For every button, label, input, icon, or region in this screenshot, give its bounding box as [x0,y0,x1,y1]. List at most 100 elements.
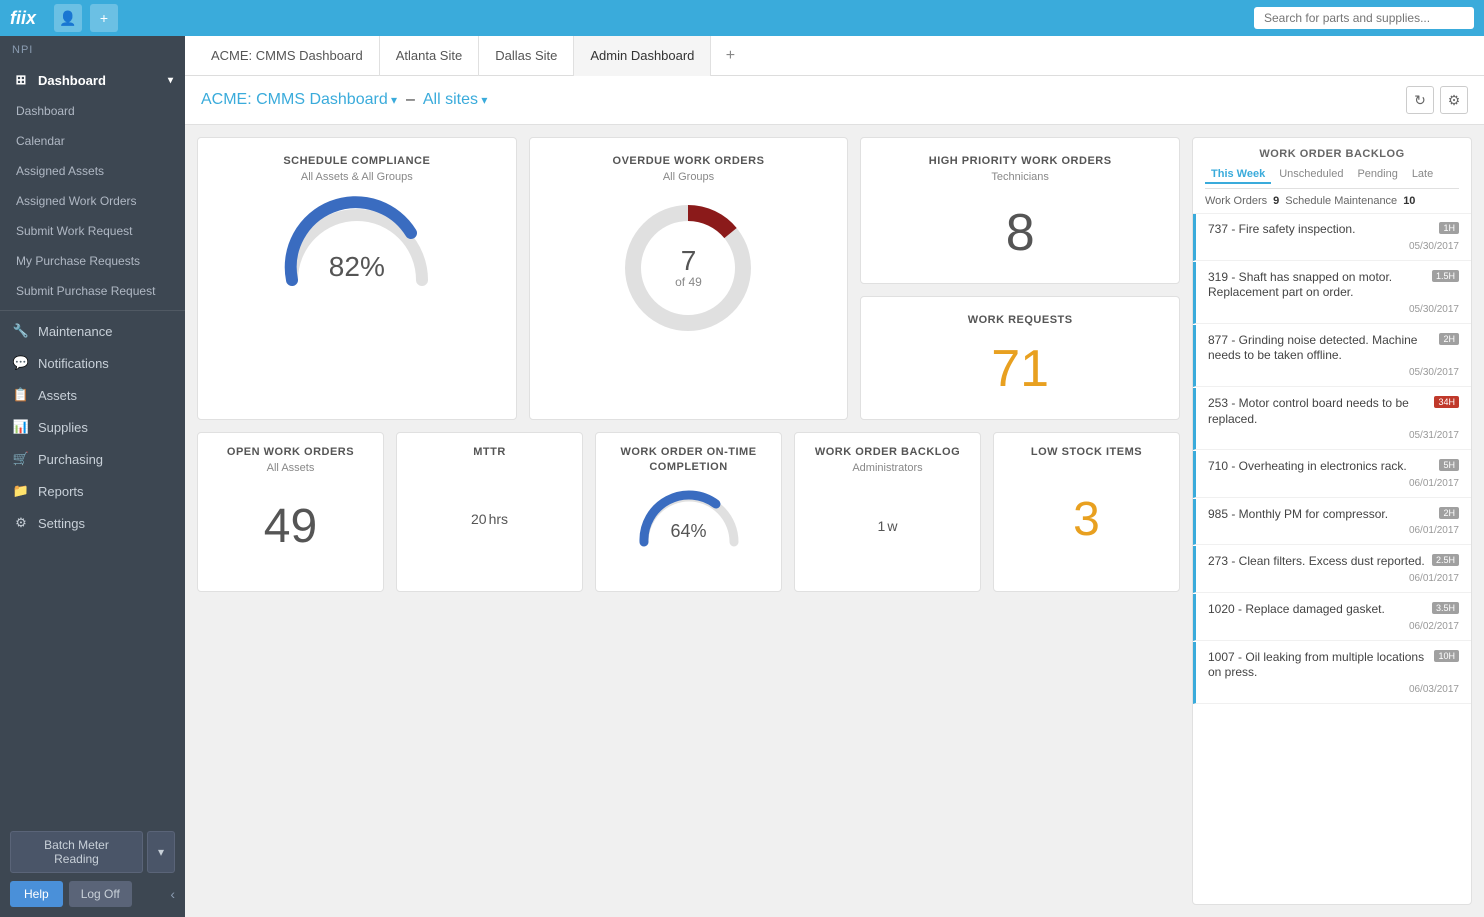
kpi-owo-subtitle: All Groups [663,171,714,183]
sidebar-sub-label: Assigned Assets [16,164,104,178]
kpi-mttr: MTTR 20hrs [396,432,583,592]
sidebar-item-label: Maintenance [38,324,112,339]
maintenance-icon: 🔧 [12,323,30,339]
sidebar-item-settings[interactable]: ⚙ Settings [0,507,185,539]
kpi-low-stock: LOW STOCK ITEMS 3 [993,432,1180,592]
kpi-high-priority: HIGH PRIORITY WORK ORDERS Technicians 8 [860,137,1180,284]
backlog-list-item[interactable]: 877 - Grinding noise detected. Machine n… [1193,325,1471,387]
sidebar-item-notifications[interactable]: 💬 Notifications [0,347,185,379]
backlog-list-item[interactable]: 737 - Fire safety inspection. 1H 05/30/2… [1193,214,1471,261]
backlog-list-item[interactable]: 985 - Monthly PM for compressor. 2H 06/0… [1193,499,1471,546]
sidebar-item-label: Supplies [38,420,88,435]
backlog-tab-pending[interactable]: Pending [1351,166,1403,184]
backlog-tab-unscheduled[interactable]: Unscheduled [1273,166,1349,184]
content-area: ACME: CMMS Dashboard Atlanta Site Dallas… [185,36,1484,917]
kpi-sc-subtitle: All Assets & All Groups [301,171,413,183]
kpi-sc-value: 82% [329,251,385,283]
purchasing-icon: 🛒 [12,451,30,467]
kpi-wr-title: WORK REQUESTS [968,313,1073,328]
sidebar-item-label: Assets [38,388,77,403]
reports-icon: 📁 [12,483,30,499]
backlog-header: WORK ORDER BACKLOG This Week Unscheduled… [1193,138,1471,189]
sidebar-item-dashboard-sub[interactable]: Dashboard [0,96,185,126]
backlog-list-item[interactable]: 1007 - Oil leaking from multiple locatio… [1193,642,1471,704]
sidebar-item-calendar[interactable]: Calendar [0,126,185,156]
tab-admin-dashboard[interactable]: Admin Dashboard [574,36,711,76]
collapse-sidebar-button[interactable]: ‹ [170,881,175,907]
help-button[interactable]: Help [10,881,63,907]
batch-meter-reading-button[interactable]: Batch Meter Reading [10,831,143,873]
page-title: ACME: CMMS Dashboard – All sites [201,91,487,109]
sidebar-item-assigned-assets[interactable]: Assigned Assets [0,156,185,186]
kpi-hp-subtitle: Technicians [991,171,1048,183]
tab-add-button[interactable]: + [715,41,745,71]
kpi-bl-value: 1w [878,518,898,534]
kpi-ontime-completion: WORK ORDER ON-TIME COMPLETION 64% [595,432,782,592]
kpi-row-bottom: OPEN WORK ORDERS All Assets 49 MTTR 20hr… [197,432,1180,592]
topbar: fiix 👤 + [0,0,1484,36]
tabs-bar: ACME: CMMS Dashboard Atlanta Site Dallas… [185,36,1484,76]
tab-cmms-dashboard[interactable]: ACME: CMMS Dashboard [195,36,380,76]
backlog-tab-late[interactable]: Late [1406,166,1439,184]
main-layout: NPI ⊞ Dashboard ▾ Dashboard Calendar Ass… [0,36,1484,917]
sidebar-sub-label: Calendar [16,134,65,148]
site-selector[interactable]: All sites [423,91,487,108]
kpi-hp-title: HIGH PRIORITY WORK ORDERS [929,154,1112,169]
user-icon[interactable]: 👤 [54,4,82,32]
sidebar-bottom: Batch Meter Reading ▾ Help Log Off ‹ [0,821,185,917]
backlog-panel-title: WORK ORDER BACKLOG [1205,148,1459,160]
backlog-list-item[interactable]: 319 - Shaft has snapped on motor. Replac… [1193,262,1471,324]
kpi-owo-title: OVERDUE WORK ORDERS [613,154,765,169]
sidebar-item-maintenance[interactable]: 🔧 Maintenance [0,315,185,347]
sidebar-item-supplies[interactable]: 📊 Supplies [0,411,185,443]
batch-dropdown-button[interactable]: ▾ [147,831,175,873]
tab-dallas-site[interactable]: Dallas Site [479,36,574,76]
sidebar-sub-label: Submit Purchase Request [16,284,155,298]
ontime-completion-gauge: 64% [634,484,744,544]
settings-button[interactable]: ⚙ [1440,86,1468,114]
backlog-list-item[interactable]: 710 - Overheating in electronics rack. 5… [1193,451,1471,498]
kpi-owo2-value: 49 [264,499,317,554]
sidebar-sub-label: Dashboard [16,104,75,118]
backlog-tab-this-week[interactable]: This Week [1205,166,1271,184]
kpi-hp-value: 8 [1006,203,1035,263]
sidebar-item-reports[interactable]: 📁 Reports [0,475,185,507]
kpi-bl-subtitle: Administrators [852,462,922,474]
sidebar-item-submit-work-request[interactable]: Submit Work Request [0,216,185,246]
kpi-overdue-work-orders: OVERDUE WORK ORDERS All Groups 7 [529,137,849,420]
schedule-maintenance-label: Schedule Maintenance [1285,195,1397,207]
kpi-bl-title: WORK ORDER BACKLOG [815,445,960,460]
backlog-tabs: This Week Unscheduled Pending Late [1205,166,1459,189]
refresh-button[interactable]: ↻ [1406,86,1434,114]
sidebar-item-assigned-work-orders[interactable]: Assigned Work Orders [0,186,185,216]
schedule-maintenance-count: 10 [1403,195,1415,207]
backlog-list-item[interactable]: 273 - Clean filters. Excess dust reporte… [1193,546,1471,593]
backlog-list: 737 - Fire safety inspection. 1H 05/30/2… [1193,214,1471,904]
sidebar-item-purchasing[interactable]: 🛒 Purchasing [0,443,185,475]
sidebar-item-submit-purchase-request[interactable]: Submit Purchase Request [0,276,185,306]
sidebar-sub-label: My Purchase Requests [16,254,140,268]
kpi-owo-value: 7 of 49 [675,247,702,289]
kpi-row-top: SCHEDULE COMPLIANCE All Assets & All Gro… [197,137,1180,420]
sidebar-item-my-purchase-requests[interactable]: My Purchase Requests [0,246,185,276]
sidebar-item-assets[interactable]: 📋 Assets [0,379,185,411]
backlog-list-item[interactable]: 253 - Motor control board needs to be re… [1193,388,1471,450]
kpi-mttr-title: MTTR [473,445,506,460]
sidebar-item-dashboard[interactable]: ⊞ Dashboard ▾ [0,64,185,96]
tab-atlanta-site[interactable]: Atlanta Site [380,36,480,76]
add-icon[interactable]: + [90,4,118,32]
sidebar-item-label: Reports [38,484,84,499]
kpi-sc-title: SCHEDULE COMPLIANCE [283,154,430,169]
kpi-right-col: HIGH PRIORITY WORK ORDERS Technicians 8 … [860,137,1180,420]
logoff-button[interactable]: Log Off [69,881,132,907]
dashboard-body: SCHEDULE COMPLIANCE All Assets & All Gro… [185,125,1484,917]
kpi-otc-value: 64% [670,521,706,542]
backlog-list-item[interactable]: 1020 - Replace damaged gasket. 3.5H 06/0… [1193,594,1471,641]
dashboard-left: SCHEDULE COMPLIANCE All Assets & All Gro… [197,137,1180,905]
sidebar-item-label: Settings [38,516,85,531]
kpi-owo2-title: OPEN WORK ORDERS [227,445,354,460]
kpi-mttr-value: 20hrs [471,511,508,527]
search-input[interactable] [1254,7,1474,29]
work-orders-label: Work Orders [1205,195,1267,207]
sidebar-actions: Help Log Off ‹ [10,881,175,907]
